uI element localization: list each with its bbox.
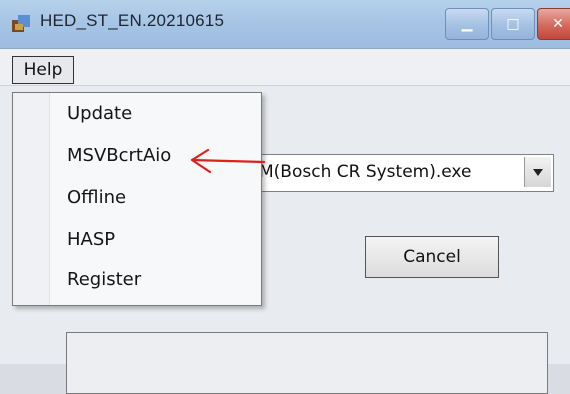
menu-help[interactable]: Help — [12, 56, 74, 84]
menu-item-offline[interactable]: Offline — [67, 187, 126, 208]
program-select[interactable]: M(Bosch CR System).exe — [250, 154, 554, 192]
annotation-arrow-icon — [190, 148, 266, 174]
program-select-dropdown-button[interactable] — [524, 157, 551, 187]
maximize-button[interactable]: □ — [491, 8, 535, 40]
minimize-icon: ▁ — [461, 16, 473, 32]
menu-icon-gutter — [13, 93, 50, 305]
menu-item-register[interactable]: Register — [67, 269, 141, 290]
menu-bar: Help — [0, 49, 570, 86]
menu-item-hasp[interactable]: HASP — [67, 229, 115, 250]
close-icon: ✕ — [552, 16, 564, 32]
output-groupbox — [66, 332, 548, 394]
app-icon — [12, 15, 30, 32]
menu-item-msvbcrtaio[interactable]: MSVBcrtAio — [67, 145, 171, 166]
minimize-button[interactable]: ▁ — [445, 8, 489, 40]
close-button[interactable]: ✕ — [537, 8, 570, 40]
window-title: HED_ST_EN.20210615 — [40, 11, 225, 30]
title-bar[interactable]: HED_ST_EN.20210615 ▁ □ ✕ — [0, 0, 570, 49]
app-window: HED_ST_EN.20210615 ▁ □ ✕ Help M(Bosch CR… — [0, 0, 570, 394]
menu-item-update[interactable]: Update — [67, 103, 132, 124]
cancel-button[interactable]: Cancel — [365, 236, 499, 278]
program-select-value: M(Bosch CR System).exe — [259, 162, 472, 182]
help-dropdown-menu: Update MSVBcrtAio Offline HASP Register — [12, 92, 262, 306]
chevron-down-icon — [533, 169, 543, 176]
maximize-icon: □ — [506, 16, 520, 32]
